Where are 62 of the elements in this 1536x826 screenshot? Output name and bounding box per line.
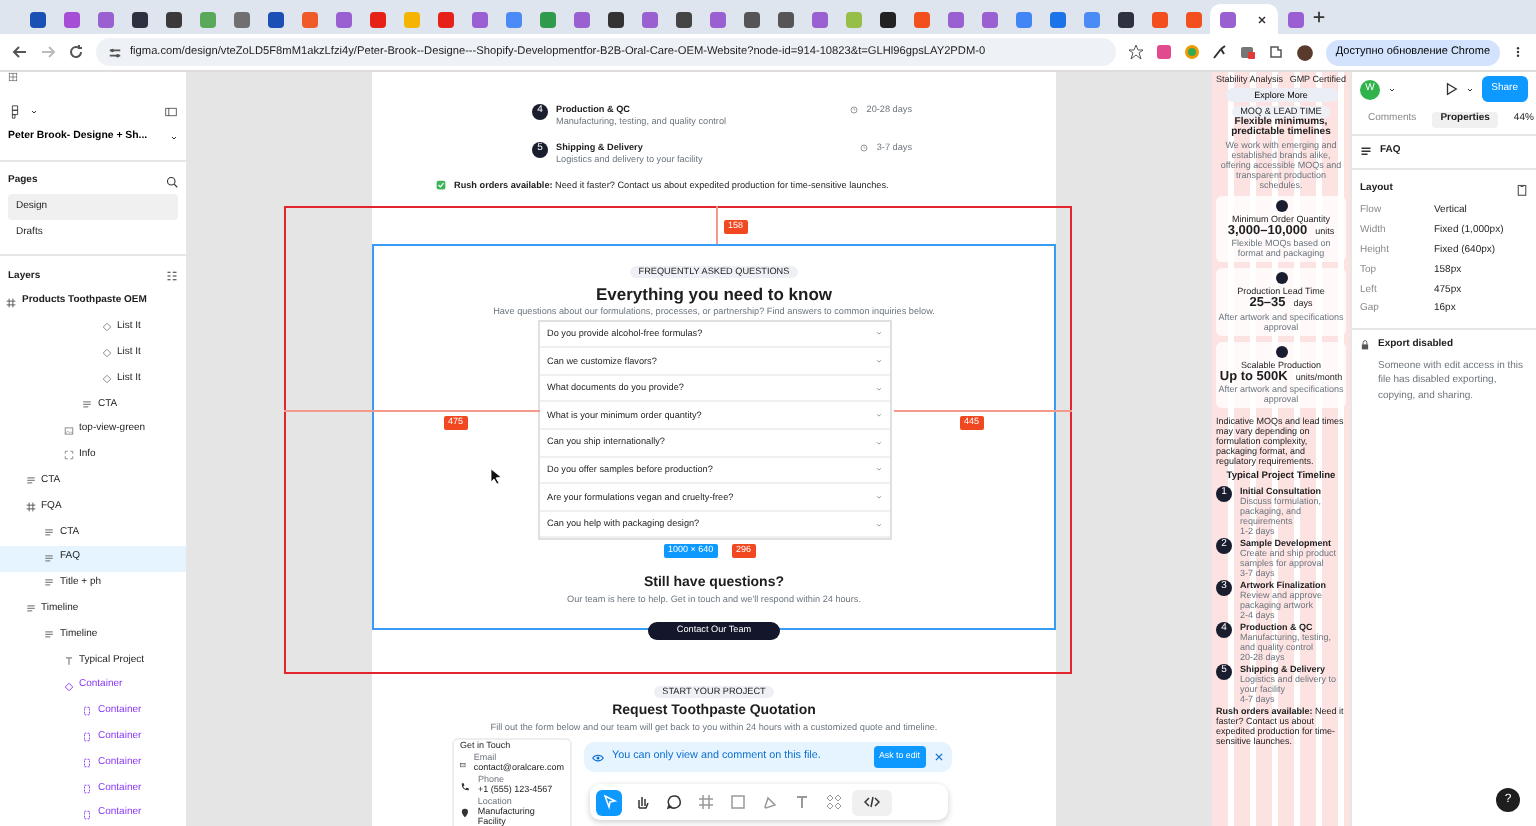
check-icon — [436, 180, 446, 191]
dashed-rectangle-icon — [82, 732, 92, 743]
bookmark-star-icon[interactable] — [1127, 44, 1144, 60]
stack-icon — [44, 527, 54, 538]
chevron-icon — [875, 521, 881, 527]
lock-icon — [1360, 340, 1370, 351]
frame-icon — [6, 297, 16, 308]
code-icon — [864, 794, 880, 810]
stat-icon — [1275, 199, 1287, 212]
pin-icon — [460, 807, 470, 818]
stack-icon — [1360, 145, 1372, 158]
stat-icon — [1275, 345, 1287, 358]
tool-button[interactable] — [852, 789, 892, 815]
eye-icon — [592, 751, 604, 763]
clock-icon — [860, 143, 869, 152]
extension-icon[interactable] — [1211, 44, 1228, 60]
rectangle-icon — [729, 794, 745, 810]
profile-avatar-icon[interactable] — [1295, 43, 1314, 61]
comment-icon — [665, 794, 681, 810]
stack-icon — [44, 630, 54, 641]
stack-icon — [44, 578, 54, 589]
reload-icon[interactable] — [68, 44, 84, 60]
frame-icon — [25, 502, 35, 513]
play-icon[interactable] — [1443, 82, 1458, 96]
diamond-icon — [101, 348, 111, 359]
pointer-icon — [601, 794, 617, 810]
pen-icon — [761, 794, 777, 810]
figma-logo-icon[interactable] — [8, 104, 22, 121]
clock-icon — [850, 105, 859, 114]
new-tab-icon[interactable] — [1312, 10, 1326, 24]
stack-icon — [25, 476, 35, 487]
search-icon[interactable] — [166, 175, 178, 188]
cursor-icon — [488, 468, 504, 484]
extensions-icon[interactable] — [1267, 44, 1284, 60]
frame-icon — [697, 794, 713, 810]
list-view-icon[interactable] — [166, 270, 178, 283]
back-icon[interactable] — [12, 44, 28, 60]
diamond-icon — [63, 681, 73, 692]
dashed-rectangle-icon — [82, 809, 92, 820]
dashed-rectangle-icon — [82, 783, 92, 794]
dashed-rectangle-icon — [82, 706, 92, 717]
dashed-rectangle-icon — [82, 758, 92, 769]
stack-icon — [82, 399, 92, 410]
image-icon — [63, 425, 73, 436]
components-icon — [825, 794, 841, 810]
sidebar-toggle-icon[interactable] — [164, 106, 178, 119]
phone-icon — [460, 781, 470, 792]
section-heading: Everything you need to know — [593, 284, 835, 306]
menu-icon[interactable] — [1512, 44, 1524, 60]
text-icon — [793, 794, 809, 810]
site-settings-icon[interactable] — [108, 45, 122, 59]
text-icon — [63, 655, 73, 666]
clipboard-icon[interactable] — [1516, 183, 1528, 196]
stack-icon — [25, 604, 35, 615]
diamond-icon — [101, 374, 111, 385]
stack-icon — [44, 553, 54, 564]
diamond-icon — [101, 322, 111, 333]
stat-icon — [1275, 272, 1287, 285]
grid-icon[interactable] — [8, 72, 18, 82]
close-icon[interactable] — [1256, 13, 1268, 25]
dashed-corners-icon — [63, 450, 73, 461]
hand-icon — [633, 794, 649, 810]
